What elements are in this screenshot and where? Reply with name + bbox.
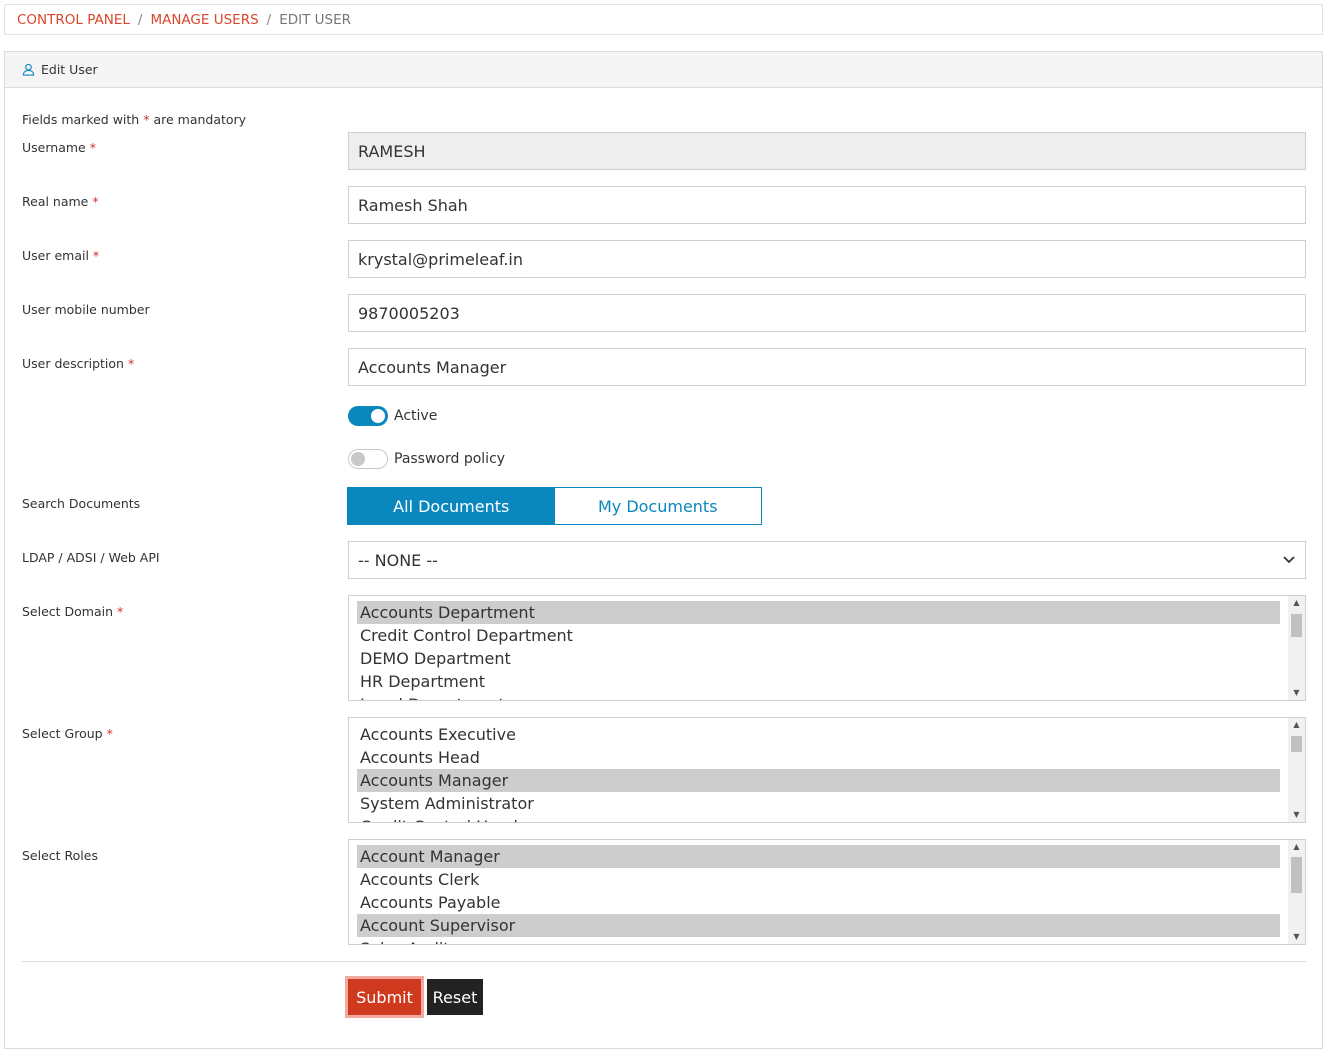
real-name-label-text: Real name xyxy=(22,194,89,209)
password-policy-toggle[interactable] xyxy=(348,449,388,469)
username-label-text: Username xyxy=(22,140,86,155)
all-documents-option[interactable]: All Documents xyxy=(348,488,555,524)
edit-user-panel: Edit User Fields marked with * are manda… xyxy=(4,51,1323,1049)
scroll-up-icon[interactable]: ▲ xyxy=(1288,718,1305,732)
breadcrumb-separator: / xyxy=(137,11,143,28)
real-name-label: Real name * xyxy=(22,194,99,209)
username-field[interactable] xyxy=(348,132,1306,170)
submit-button[interactable]: Submit xyxy=(345,976,424,1018)
real-name-field[interactable] xyxy=(348,186,1306,224)
list-item[interactable]: System Administrator xyxy=(357,792,1280,815)
roles-label-text: Select Roles xyxy=(22,848,98,863)
user-icon xyxy=(22,63,35,76)
group-listbox[interactable]: Accounts Executive Accounts Head Account… xyxy=(348,717,1306,823)
scroll-up-icon[interactable]: ▲ xyxy=(1288,840,1305,854)
list-item[interactable]: Legal Department xyxy=(357,693,1280,700)
search-documents-toggle: All Documents My Documents xyxy=(347,487,762,525)
list-item[interactable]: HR Department xyxy=(357,670,1280,693)
required-star: * xyxy=(106,726,113,741)
list-item[interactable]: Accounts Executive xyxy=(357,723,1280,746)
my-documents-option[interactable]: My Documents xyxy=(554,488,761,524)
chevron-down-icon xyxy=(1283,556,1295,564)
breadcrumb-manage-users[interactable]: MANAGE USERS xyxy=(150,12,258,28)
list-item[interactable]: Account Supervisor xyxy=(357,914,1280,937)
required-star: * xyxy=(127,356,135,371)
breadcrumb-separator: / xyxy=(266,11,272,28)
mandatory-note-prefix: Fields marked with xyxy=(22,112,140,127)
scrollbar[interactable]: ▲ ▼ xyxy=(1288,718,1305,822)
breadcrumb-control-panel[interactable]: CONTROL PANEL xyxy=(17,12,130,28)
list-item[interactable]: DEMO Department xyxy=(357,647,1280,670)
list-item[interactable]: Account Manager xyxy=(357,845,1280,868)
ldap-label: LDAP / ADSI / Web API xyxy=(22,550,160,565)
email-label-text: User email xyxy=(22,248,89,263)
password-policy-label: Password policy xyxy=(394,451,506,467)
required-star: * xyxy=(92,194,99,209)
description-label: User description * xyxy=(22,356,134,371)
required-star: * xyxy=(117,604,124,619)
ldap-label-text: LDAP / ADSI / Web API xyxy=(22,550,160,565)
description-label-text: User description xyxy=(22,356,124,371)
email-label: User email * xyxy=(22,248,99,263)
mandatory-note: Fields marked with * are mandatory xyxy=(22,112,246,127)
domain-listbox[interactable]: Accounts Department Credit Control Depar… xyxy=(348,595,1306,701)
reset-button[interactable]: Reset xyxy=(427,979,483,1015)
required-star: * xyxy=(143,112,150,127)
list-item[interactable]: Credit Control Department xyxy=(357,624,1280,647)
list-item[interactable]: Accounts Manager xyxy=(357,769,1280,792)
scrollbar[interactable]: ▲ ▼ xyxy=(1288,840,1305,944)
description-field[interactable] xyxy=(348,348,1306,386)
group-label: Select Group * xyxy=(22,726,113,741)
list-item[interactable]: Accounts Head xyxy=(357,746,1280,769)
breadcrumb-edit-user: EDIT USER xyxy=(279,11,352,28)
scroll-thumb[interactable] xyxy=(1291,614,1302,637)
scroll-down-icon[interactable]: ▼ xyxy=(1288,686,1305,700)
active-toggle[interactable] xyxy=(348,406,388,426)
form-divider xyxy=(22,961,1306,962)
roles-label: Select Roles xyxy=(22,848,98,863)
ldap-selected-value: -- NONE -- xyxy=(358,550,438,570)
search-documents-label: Search Documents xyxy=(22,496,140,511)
username-label: Username * xyxy=(22,140,96,155)
mobile-field[interactable] xyxy=(348,294,1306,332)
list-item[interactable]: Accounts Clerk xyxy=(357,868,1280,891)
search-documents-label-text: Search Documents xyxy=(22,496,141,511)
mobile-label-text: User mobile number xyxy=(22,302,150,317)
active-toggle-row: Active xyxy=(348,406,437,426)
scroll-up-icon[interactable]: ▲ xyxy=(1288,596,1305,610)
required-star: * xyxy=(89,140,96,155)
toggle-knob xyxy=(351,452,365,466)
scroll-thumb[interactable] xyxy=(1291,736,1302,752)
roles-listbox[interactable]: Account Manager Accounts Clerk Accounts … xyxy=(348,839,1306,945)
required-star: * xyxy=(92,248,100,263)
scroll-thumb[interactable] xyxy=(1291,857,1302,893)
active-label: Active xyxy=(394,408,438,424)
mobile-label: User mobile number xyxy=(22,302,150,317)
domain-label: Select Domain * xyxy=(22,604,123,619)
breadcrumb: CONTROL PANEL / MANAGE USERS / EDIT USER xyxy=(4,4,1323,35)
list-item[interactable]: Accounts Payable xyxy=(357,891,1280,914)
scroll-down-icon[interactable]: ▼ xyxy=(1288,930,1305,944)
toggle-knob xyxy=(371,409,385,423)
list-item[interactable]: Accounts Department xyxy=(357,601,1280,624)
scroll-down-icon[interactable]: ▼ xyxy=(1288,808,1305,822)
scrollbar[interactable]: ▲ ▼ xyxy=(1288,596,1305,700)
panel-title: Edit User xyxy=(41,62,98,77)
password-policy-toggle-row: Password policy xyxy=(348,449,505,469)
ldap-select[interactable]: -- NONE -- xyxy=(348,541,1306,579)
panel-header: Edit User xyxy=(5,52,1322,88)
domain-label-text: Select Domain xyxy=(22,604,114,619)
mandatory-note-suffix: are mandatory xyxy=(153,112,247,127)
group-label-text: Select Group xyxy=(22,726,103,741)
list-item[interactable]: Credit Control Head xyxy=(357,815,1280,822)
list-item[interactable]: Sales Auditor xyxy=(357,937,1280,944)
email-field[interactable] xyxy=(348,240,1306,278)
